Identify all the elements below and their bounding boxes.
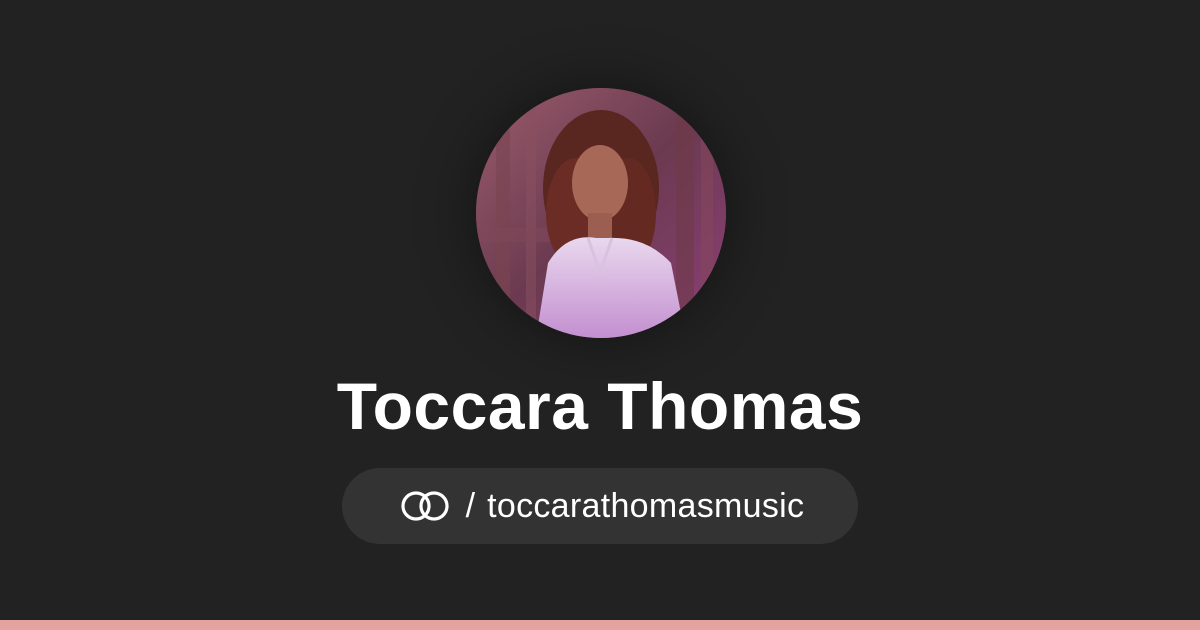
profile-name: Toccara Thomas xyxy=(336,369,864,443)
profile-handle: toccarathomasmusic xyxy=(487,487,805,525)
accent-bar xyxy=(0,620,1200,630)
avatar xyxy=(476,88,726,338)
handle-separator: / xyxy=(465,487,476,525)
linked-rings-icon xyxy=(396,488,454,524)
profile-link-button[interactable]: / toccarathomasmusic xyxy=(342,468,858,544)
profile-card: Toccara Thomas / toccarathomasmusic xyxy=(0,0,1200,620)
profile-photo-icon xyxy=(476,88,726,338)
